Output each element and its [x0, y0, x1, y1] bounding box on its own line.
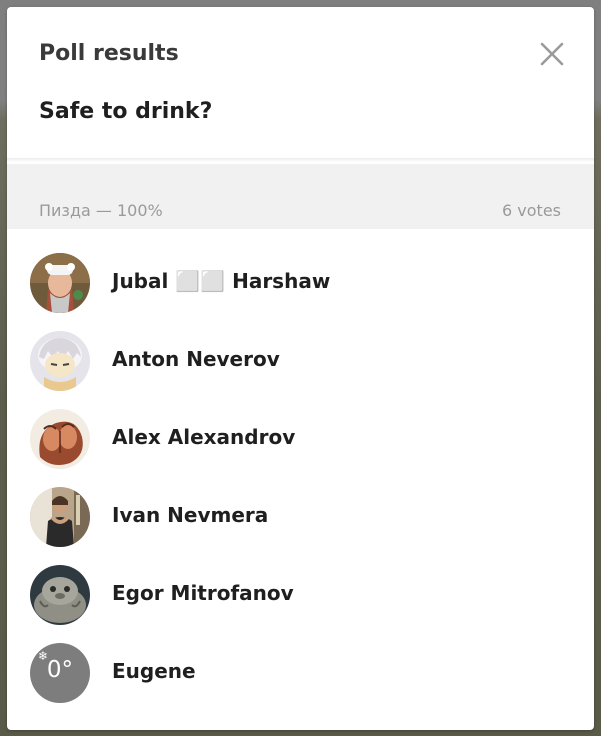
close-icon: [540, 42, 564, 66]
voter-name: Anton Neverov: [112, 347, 280, 371]
voter-name: Jubal ⬜⬜ Harshaw: [112, 269, 331, 293]
header-divider: [7, 158, 594, 162]
voter-row[interactable]: Alex Alexandrov: [7, 409, 594, 487]
avatar[interactable]: ❄ 0°: [30, 643, 90, 703]
dialog-title: Poll results: [39, 41, 179, 66]
voter-name: Eugene: [112, 659, 196, 683]
avatar-temperature-text: 0°: [46, 657, 74, 683]
avatar[interactable]: [30, 331, 90, 391]
voter-name: Ivan Nevmera: [112, 503, 269, 527]
avatar[interactable]: [30, 409, 90, 469]
avatar[interactable]: [30, 565, 90, 625]
avatar[interactable]: [30, 253, 90, 313]
poll-results-dialog: Poll results Safe to drink? Пизда — 100%…: [7, 7, 594, 730]
voter-row[interactable]: Ivan Nevmera: [7, 487, 594, 565]
voter-row[interactable]: Egor Mitrofanov: [7, 565, 594, 643]
voter-name: Egor Mitrofanov: [112, 581, 294, 605]
answer-header: Пизда — 100% 6 votes: [7, 164, 594, 229]
vote-count: 6 votes: [502, 201, 561, 220]
avatar[interactable]: [30, 487, 90, 547]
voter-row[interactable]: Anton Neverov: [7, 331, 594, 409]
poll-question: Safe to drink?: [39, 99, 213, 124]
voter-name: Alex Alexandrov: [112, 425, 296, 449]
voter-row[interactable]: Jubal ⬜⬜ Harshaw: [7, 253, 594, 331]
close-button[interactable]: [535, 37, 569, 71]
voter-row[interactable]: ❄ 0° Eugene: [7, 643, 594, 721]
answer-label: Пизда — 100%: [39, 201, 163, 220]
